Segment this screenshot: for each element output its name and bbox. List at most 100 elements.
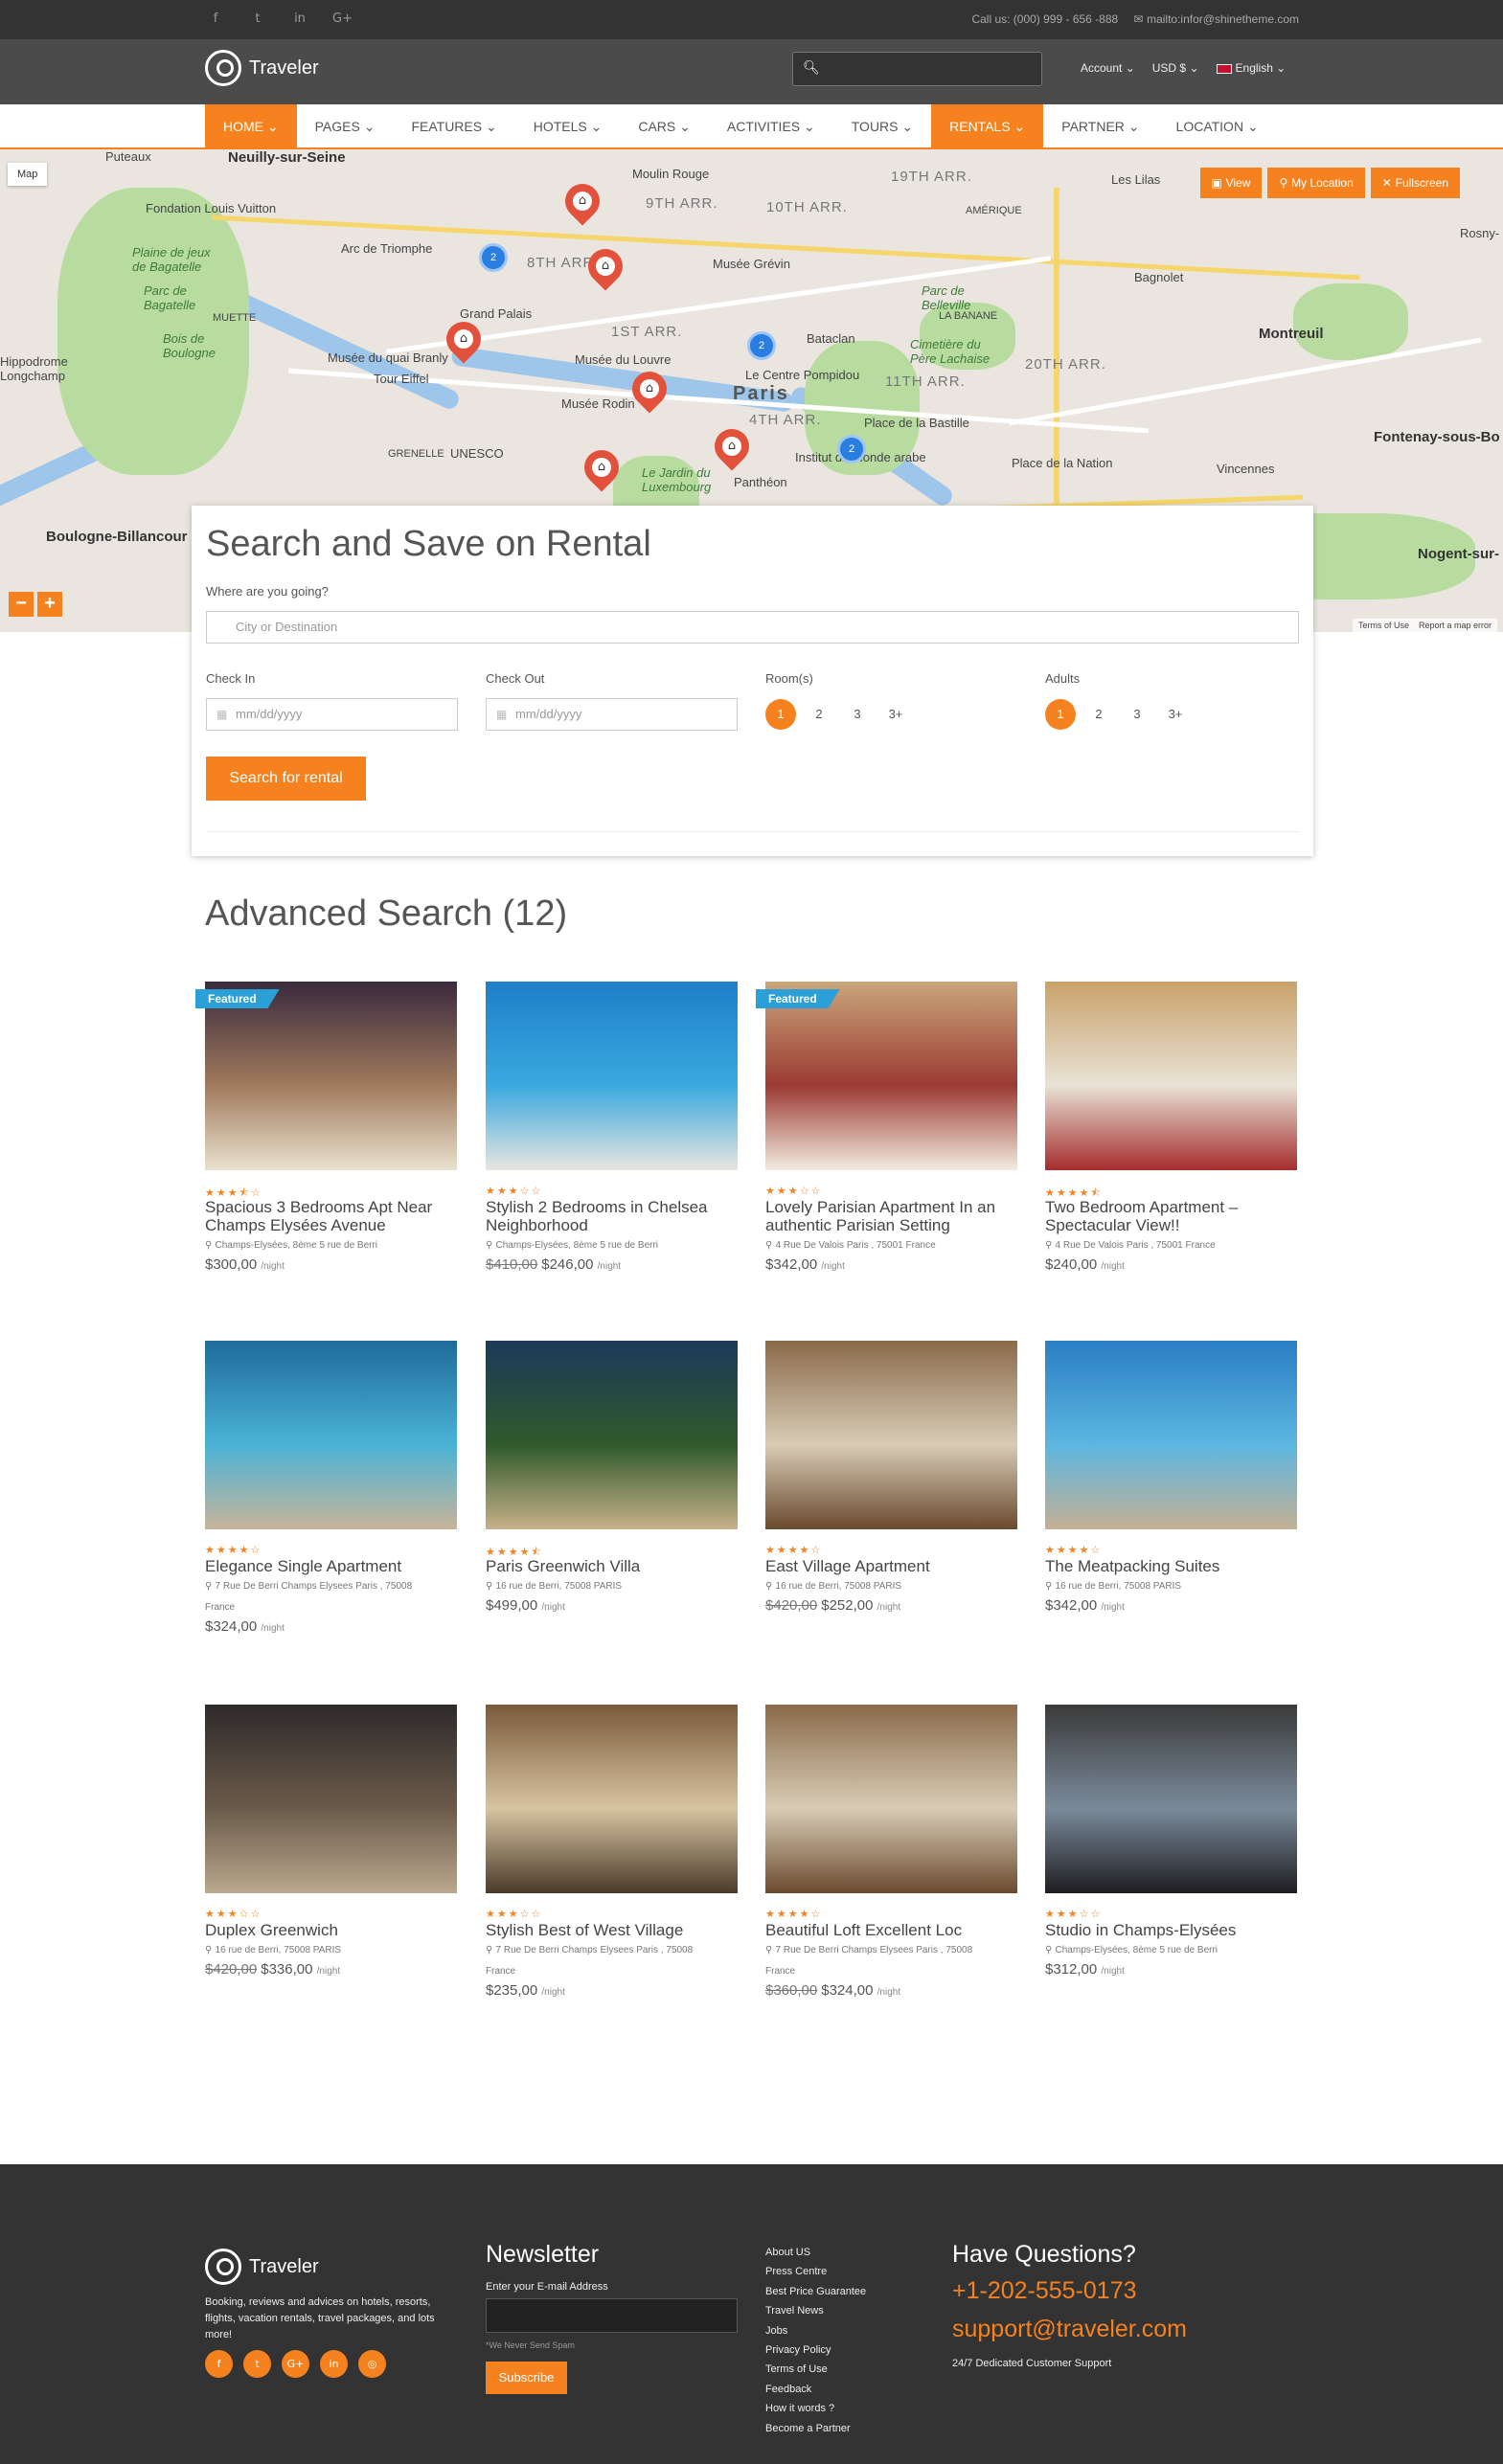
rooms-picker: 1 2 3 3+ [765,699,911,730]
rental-price: $240,00 /night [1045,1256,1125,1273]
rooms-option[interactable]: 2 [804,699,834,730]
nav-item-home[interactable]: HOME ⌄ [205,104,297,149]
zoom-out-button[interactable]: − [9,592,34,617]
footer-link[interactable]: Jobs [765,2321,866,2340]
rental-photo[interactable] [486,1341,738,1529]
rental-map-pin[interactable]: ⌂ [558,176,607,228]
rental-title[interactable]: East Village Apartment [765,1557,1017,1575]
nav-item-activities[interactable]: ACTIVITIES ⌄ [709,104,833,149]
checkin-input[interactable]: ▦ mm/dd/yyyy [206,698,458,731]
map-terms-link[interactable]: Terms of Use [1358,621,1409,630]
rental-map-pin[interactable]: ⌂ [707,421,757,473]
rental-title[interactable]: Beautiful Loft Excellent Loc [765,1921,1017,1939]
linkedin-icon[interactable]: in [290,11,309,26]
map-cluster[interactable]: 2 [479,243,508,272]
rental-photo[interactable] [486,1705,738,1893]
twitter-icon[interactable]: t [243,2350,271,2378]
subscribe-button[interactable]: Subscribe [486,2362,567,2394]
rental-title[interactable]: Two Bedroom Apartment – Spectacular View… [1045,1198,1297,1234]
google-plus-icon[interactable]: G+ [332,11,353,26]
fullscreen-button[interactable]: ✕ Fullscreen [1370,168,1460,198]
map-view-button[interactable]: ▣ View [1199,168,1263,198]
rental-photo[interactable] [205,982,457,1170]
linkedin-icon[interactable]: in [320,2350,348,2378]
rental-title[interactable]: Duplex Greenwich [205,1921,457,1939]
adults-option[interactable]: 2 [1083,699,1114,730]
star-rating: ★★★☆☆ [1045,1908,1103,1920]
rental-map-pin[interactable]: ⌂ [625,364,674,416]
checkout-input[interactable]: ▦ mm/dd/yyyy [486,698,738,731]
rental-map-pin[interactable]: ⌂ [577,442,626,494]
rental-photo[interactable] [486,982,738,1170]
nav-item-hotels[interactable]: HOTELS ⌄ [515,104,621,149]
currency-dropdown[interactable]: USD $ ⌄ [1152,61,1199,75]
map-type-button[interactable]: Map [8,163,48,186]
rental-title[interactable]: Elegance Single Apartment [205,1557,457,1575]
nav-item-cars[interactable]: CARS ⌄ [620,104,709,149]
map-cluster[interactable]: 2 [747,331,776,360]
adults-option[interactable]: 1 [1045,699,1076,730]
rental-title[interactable]: Stylish Best of West Village [486,1921,738,1939]
nav-item-pages[interactable]: PAGES ⌄ [297,104,394,149]
rental-map-pin[interactable]: ⌂ [581,241,630,293]
adults-option[interactable]: 3 [1122,699,1152,730]
footer-link[interactable]: Feedback [765,2380,866,2399]
nav-item-location[interactable]: LOCATION ⌄ [1158,104,1277,149]
adults-option[interactable]: 3+ [1160,699,1191,730]
footer-link[interactable]: About US [765,2243,866,2262]
rental-photo[interactable] [765,1341,1017,1529]
footer-link[interactable]: Terms of Use [765,2360,866,2379]
rental-photo[interactable] [765,982,1017,1170]
twitter-icon[interactable]: t [248,11,267,26]
current-price: $499,00 [486,1597,538,1614]
search-rental-button[interactable]: Search for rental [206,757,366,801]
google-plus-icon[interactable]: G+ [282,2350,309,2378]
footer-link[interactable]: Travel News [765,2301,866,2320]
rooms-option[interactable]: 1 [765,699,796,730]
nav-item-tours[interactable]: TOURS ⌄ [833,104,931,149]
rooms-option[interactable]: 3 [842,699,873,730]
facebook-icon[interactable]: f [205,2350,233,2378]
footer-logo[interactable]: Traveler [205,2249,319,2285]
footer-link[interactable]: How it words ? [765,2399,866,2418]
rental-title[interactable]: The Meatpacking Suites [1045,1557,1297,1575]
rental-title[interactable]: Lovely Parisian Apartment In an authenti… [765,1198,1017,1234]
rental-photo[interactable] [205,1705,457,1893]
destination-input[interactable]: City or Destination [206,611,1299,644]
pinterest-icon[interactable]: ◎ [358,2350,386,2378]
footer-link[interactable]: Press Centre [765,2262,866,2281]
map-report-link[interactable]: Report a map error [1419,621,1492,630]
rental-title[interactable]: Paris Greenwich Villa [486,1557,738,1575]
support-phone[interactable]: +1-202-555-0173 [952,2277,1137,2305]
nav-item-features[interactable]: FEATURES ⌄ [393,104,514,149]
language-dropdown[interactable]: English ⌄ [1216,61,1286,75]
map-label: Parc de Bagatelle [144,283,196,312]
footer-link[interactable]: Privacy Policy [765,2340,866,2360]
rental-address: ⚲ Champs-Elysées, 8ème 5 rue de Berri [1045,1940,1275,1961]
rental-photo[interactable] [1045,982,1297,1170]
rental-map-pin[interactable]: ⌂ [439,314,489,366]
nav-item-partner[interactable]: PARTNER ⌄ [1043,104,1157,149]
map-label: Vincennes [1217,462,1275,476]
nav-item-rentals[interactable]: RENTALS ⌄ [931,104,1044,149]
rental-photo[interactable] [205,1341,457,1529]
newsletter-email-input[interactable] [486,2298,738,2333]
top-email-link[interactable]: ✉ mailto:infor@shinetheme.com [1133,12,1299,26]
rental-title[interactable]: Stylish 2 Bedrooms in Chelsea Neighborho… [486,1198,738,1234]
rental-photo[interactable] [1045,1341,1297,1529]
footer-link[interactable]: Best Price Guarantee [765,2282,866,2301]
header-search-input[interactable]: 🔍︎ [792,52,1042,86]
rental-photo[interactable] [765,1705,1017,1893]
map-cluster[interactable]: 2 [837,435,866,463]
account-dropdown[interactable]: Account ⌄ [1081,61,1135,75]
rooms-option[interactable]: 3+ [880,699,911,730]
support-email[interactable]: support@traveler.com [952,2316,1187,2343]
rental-photo[interactable] [1045,1705,1297,1893]
zoom-in-button[interactable]: + [37,592,62,617]
rental-title[interactable]: Spacious 3 Bedrooms Apt Near Champs Elys… [205,1198,457,1234]
footer-link[interactable]: Become a Partner [765,2419,866,2438]
facebook-icon[interactable]: f [206,11,225,26]
logo[interactable]: Traveler [205,50,319,86]
rental-title[interactable]: Studio in Champs-Elysées [1045,1921,1297,1939]
my-location-button[interactable]: ⚲ My Location [1267,168,1365,198]
